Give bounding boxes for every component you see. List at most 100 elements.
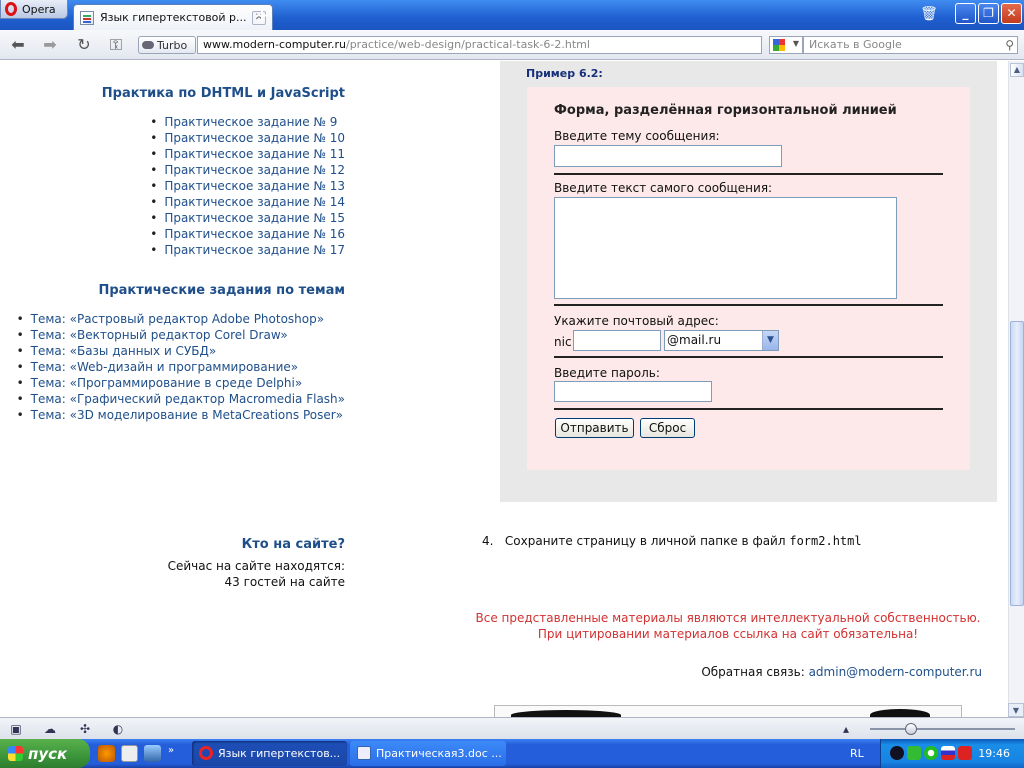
sidebar-link-practice-task[interactable]: Практическое задание № 9 [150, 114, 345, 130]
word-document-icon [357, 746, 371, 760]
step-text: Сохраните страницу в личной папке в файл [504, 534, 786, 548]
sidebar-link-practice-task[interactable]: Практическое задание № 15 [150, 210, 345, 226]
tray-icq-icon[interactable] [924, 746, 938, 760]
sidebar-link-practice-task[interactable]: Практическое задание № 16 [150, 226, 345, 242]
sidebar-link-practice-task[interactable]: Практическое задание № 17 [150, 242, 345, 258]
nic-input[interactable] [573, 330, 661, 351]
divider-line [554, 304, 943, 306]
email-label: Укажите почтовый адрес: [554, 314, 719, 328]
password-input[interactable] [554, 381, 712, 402]
domain-select[interactable]: @mail.ru ▼ [664, 330, 779, 351]
section-title-dhtml: Практика по DHTML и JavaScript [101, 86, 345, 101]
sidebar-link-topic[interactable]: Тема: «Графический редактор Macromedia F… [17, 391, 345, 407]
subject-input[interactable] [554, 145, 782, 167]
feedback-label: Обратная связь: [701, 665, 805, 679]
firefox-quicklaunch-icon[interactable] [98, 745, 115, 762]
turbo-label: Turbo [157, 38, 188, 52]
bottom-banner-image [494, 705, 962, 717]
taskbar-item-word[interactable]: Практическая3.doc ... [350, 741, 506, 766]
start-label: пуск [28, 744, 68, 763]
screen: Opera Язык гипертекстовой р... ✕ + 🗑 _ ❐… [0, 0, 1024, 768]
cloud-sync-icon[interactable]: ☁ [42, 721, 58, 737]
turbo-button[interactable]: Turbo [138, 36, 196, 54]
banner-shape [511, 710, 621, 717]
who-online-title: Кто на сайте? [241, 537, 345, 552]
who-online-count: 43 гостей на сайте [224, 575, 345, 589]
chevron-right-icon[interactable]: » [168, 745, 185, 762]
sidebar-link-topic[interactable]: Тема: «Web-дизайн и программирование» [17, 359, 345, 375]
tray-russian-flag-icon[interactable] [941, 746, 955, 760]
sidebar-link-topic[interactable]: Тема: «Векторный редактор Corel Draw» [17, 327, 345, 343]
chevron-down-icon: ▼ [762, 331, 778, 350]
zoom-slider-track[interactable] [870, 728, 1015, 730]
feedback: Обратная связь: admin@modern-computer.ru [701, 665, 982, 679]
view-menu-icon[interactable]: ▴ [838, 721, 854, 737]
close-window-icon[interactable]: ✕ [1001, 3, 1022, 24]
search-icon[interactable]: ⚲ [1005, 37, 1014, 53]
unite-icon[interactable]: ✣ [77, 721, 93, 737]
sidebar-link-topic[interactable]: Тема: «Программирование в среде Delphi» [17, 375, 345, 391]
new-tab-plus-icon[interactable]: + [252, 7, 272, 27]
tab-current[interactable]: Язык гипертекстовой р... ✕ [73, 4, 273, 30]
divider-line [554, 356, 943, 358]
clock: 19:46 [978, 747, 1010, 760]
windows-taskbar: пуск » Язык гипертекстов... Практическая… [0, 739, 1024, 768]
chevron-down-icon: ▼ [792, 39, 799, 48]
message-textarea[interactable] [554, 197, 897, 299]
restore-icon[interactable]: ❐ [978, 3, 999, 24]
step-instruction: 4. Сохраните страницу в личной папке в ф… [482, 534, 862, 548]
minimize-icon[interactable]: _ [955, 3, 976, 24]
opera-menu-label: Opera [22, 2, 56, 16]
taskbar-item-label: Язык гипертекстов... [218, 747, 341, 760]
desktop-quicklaunch-icon[interactable] [144, 745, 161, 762]
scroll-down-icon[interactable]: ▼ [1008, 703, 1024, 717]
page-favicon-icon [80, 10, 94, 25]
sidebar-link-practice-task[interactable]: Практическое задание № 10 [150, 130, 345, 146]
key-icon[interactable]: ⚿ [106, 35, 126, 55]
tray-network-icon[interactable] [907, 746, 921, 760]
start-button[interactable]: пуск [0, 739, 90, 768]
search-input[interactable]: Искать в Google ⚲ [803, 36, 1018, 54]
domain-selected-value: @mail.ru [667, 333, 722, 347]
vertical-scrollbar[interactable]: ▲ [1008, 61, 1024, 717]
scroll-up-icon[interactable]: ▲ [1010, 63, 1024, 77]
google-logo-icon [773, 39, 785, 51]
page-content: Практика по DHTML и JavaScript Практичес… [0, 61, 1008, 717]
message-label: Введите текст самого сообщения: [554, 181, 773, 195]
sidebar-link-practice-task[interactable]: Практическое задание № 11 [150, 146, 345, 162]
step-number: 4. [482, 534, 494, 548]
zoom-slider-thumb[interactable] [905, 723, 917, 735]
reset-button[interactable]: Сброс [640, 418, 695, 438]
taskbar-item-label: Практическая3.doc ... [376, 747, 502, 760]
sidebar-link-topic[interactable]: Тема: «3D моделирование в MetaCreations … [17, 407, 345, 423]
who-online-line1: Сейчас на сайте находятся: [167, 559, 345, 573]
tray-antivirus-icon[interactable] [958, 746, 972, 760]
sidebar-link-topic[interactable]: Тема: «Растровый редактор Adobe Photosho… [17, 311, 345, 327]
banner-shape [870, 709, 930, 717]
feedback-email-link[interactable]: admin@modern-computer.ru [809, 665, 982, 679]
sidebar-link-practice-task[interactable]: Практическое задание № 14 [150, 194, 345, 210]
opera-menu-button[interactable]: Opera [0, 0, 68, 19]
scrollbar-thumb[interactable] [1010, 321, 1024, 606]
submit-button[interactable]: Отправить [555, 418, 634, 438]
sidebar-link-practice-task[interactable]: Практическое задание № 12 [150, 162, 345, 178]
taskbar-item-opera[interactable]: Язык гипертекстов... [192, 741, 347, 766]
copyright-line2: При цитировании материалов ссылка на сай… [537, 627, 919, 641]
search-engine-selector[interactable]: ▼ [769, 36, 803, 54]
document-quicklaunch-icon[interactable] [121, 745, 138, 762]
address-field[interactable]: www.modern-computer.ru/practice/web-desi… [197, 36, 762, 54]
turbo-cloud-icon [142, 41, 154, 49]
reload-icon[interactable]: ↻ [74, 35, 94, 55]
speed-dial-icon[interactable]: ◐ [110, 721, 126, 737]
copyright-line1: Все представленные материалы являются ин… [475, 611, 981, 625]
panel-toggle-icon[interactable]: ▣ [8, 721, 24, 737]
back-arrow-icon[interactable]: ⬅ [8, 35, 28, 55]
forward-arrow-icon[interactable]: ➡ [40, 35, 60, 55]
tray-app-icon[interactable] [890, 746, 904, 760]
sidebar-link-practice-task[interactable]: Практическое задание № 13 [150, 178, 345, 194]
trash-icon[interactable]: 🗑 [918, 4, 940, 24]
nic-label: nic [554, 335, 572, 349]
url-path: /practice/web-design/practical-task-6-2.… [345, 38, 590, 51]
sidebar-link-topic[interactable]: Тема: «Базы данных и СУБД» [17, 343, 345, 359]
input-language-indicator[interactable]: RL [850, 739, 864, 768]
